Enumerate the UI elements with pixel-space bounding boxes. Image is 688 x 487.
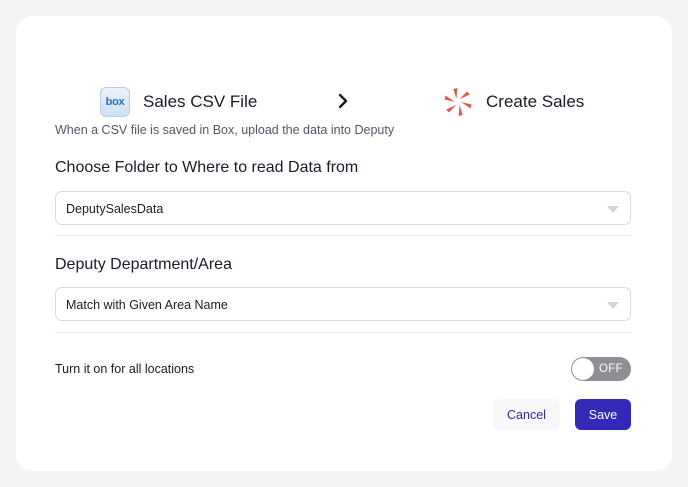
caret-down-icon: [607, 206, 619, 213]
toggle-state-text: OFF: [599, 363, 623, 375]
area-select-value: Match with Given Area Name: [66, 298, 228, 312]
toggle-knob: [572, 358, 594, 380]
deputy-icon: [444, 88, 472, 116]
integration-header: box Sales CSV File Create Sales: [16, 84, 672, 120]
save-button[interactable]: Save: [575, 399, 631, 430]
source-app-title: Sales CSV File: [143, 92, 258, 111]
folder-section-title: Choose Folder to Where to read Data from: [55, 159, 359, 176]
folder-select-value: DeputySalesData: [66, 202, 164, 216]
target-app: Create Sales: [442, 84, 584, 120]
integration-description: When a CSV file is saved in Box, upload …: [55, 123, 395, 137]
section-divider: [55, 235, 631, 236]
box-icon-text: box: [105, 96, 125, 108]
target-app-title: Create Sales: [486, 92, 585, 111]
cancel-button[interactable]: Cancel: [493, 399, 560, 430]
integration-settings-card: box Sales CSV File Create Sales When a C…: [16, 16, 672, 471]
all-locations-label: Turn it on for all locations: [55, 362, 195, 376]
section-divider: [55, 332, 631, 333]
area-select[interactable]: Match with Given Area Name: [55, 287, 631, 321]
source-app: box Sales CSV File: [100, 84, 257, 120]
chevron-right-icon: [338, 93, 348, 109]
area-section-title: Deputy Department/Area: [55, 256, 232, 273]
all-locations-toggle[interactable]: OFF: [571, 357, 631, 381]
folder-select[interactable]: DeputySalesData: [55, 191, 631, 225]
caret-down-icon: [607, 302, 619, 309]
box-icon: box: [100, 87, 130, 117]
